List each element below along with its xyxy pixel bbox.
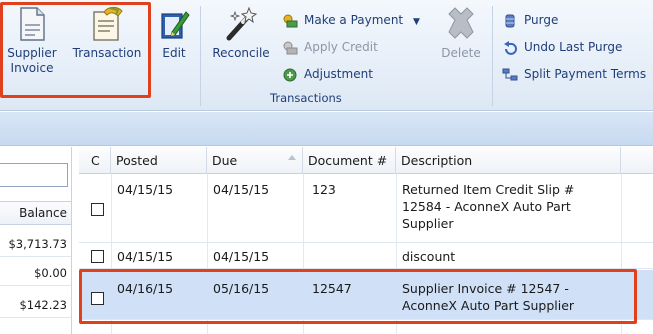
balance-cell: $3,713.73: [0, 231, 71, 257]
highlight-box-row: [79, 269, 637, 324]
left-panel: Balance $3,713.73 $0.00 $142.23: [0, 147, 72, 334]
edit-button[interactable]: Edit: [156, 6, 192, 61]
magic-wand-icon: [226, 6, 258, 41]
edit-label: Edit: [162, 46, 186, 60]
apply-credit-button[interactable]: Apply Credit: [282, 37, 378, 57]
balance-cell: $142.23: [0, 292, 71, 318]
posted-cell: 04/15/15: [117, 182, 174, 197]
reconcile-button[interactable]: Reconcile: [207, 6, 275, 61]
delete-x-icon: [448, 7, 474, 39]
ribbon-separator: [200, 6, 201, 106]
transactions-group-label: Transactions: [270, 91, 342, 105]
make-payment-button[interactable]: Make a Payment ▼: [282, 10, 420, 30]
undo-last-purge-button[interactable]: Undo Last Purge: [502, 37, 622, 57]
description-line: Returned Item Credit Slip #: [402, 182, 575, 197]
balance-column-header[interactable]: Balance: [0, 201, 71, 225]
adjustment-icon: [283, 68, 297, 81]
description-cell: Returned Item Credit Slip # 12584 - Acon…: [402, 181, 574, 232]
delete-button[interactable]: Delete: [436, 6, 486, 61]
ribbon-toolbar: Supplier Invoice Transaction Edit Reconc…: [0, 0, 653, 111]
column-header-document[interactable]: Document #: [303, 147, 396, 174]
split-payment-terms-label: Split Payment Terms: [524, 67, 647, 81]
posted-cell: 04/15/15: [117, 249, 174, 264]
transactions-grid: C Posted Due Document # Description 04/1…: [79, 147, 653, 334]
column-header-due[interactable]: Due: [207, 147, 303, 174]
column-header-posted[interactable]: Posted: [111, 147, 207, 174]
row-checkbox[interactable]: [91, 250, 104, 263]
grid-header-row: C Posted Due Document # Description: [79, 147, 653, 174]
undo-last-purge-label: Undo Last Purge: [524, 40, 623, 54]
adjustment-button[interactable]: Adjustment: [282, 64, 373, 84]
undo-icon: [504, 40, 517, 55]
description-cell: discount: [402, 249, 456, 264]
ribbon-separator: [492, 6, 493, 106]
column-header-description[interactable]: Description: [396, 147, 621, 174]
split-icon: [502, 68, 518, 80]
balance-cell: $0.00: [0, 260, 71, 286]
due-cell: 04/15/15: [213, 182, 270, 197]
apply-credit-label: Apply Credit: [304, 40, 378, 54]
make-payment-label: Make a Payment: [304, 13, 404, 27]
description-line: Supplier: [402, 216, 454, 231]
column-header-due-label: Due: [212, 153, 238, 168]
chevron-down-icon[interactable]: ▼: [413, 17, 420, 27]
document-cell: 123: [312, 182, 336, 197]
reconcile-label: Reconcile: [212, 46, 270, 60]
adjustment-label: Adjustment: [304, 67, 373, 81]
sort-indicator-icon: [288, 155, 296, 160]
row-checkbox[interactable]: [91, 203, 104, 216]
database-icon: [505, 14, 515, 27]
delete-label: Delete: [441, 46, 481, 60]
edit-icon: [161, 11, 190, 39]
highlight-box-ribbon: [0, 2, 151, 98]
purge-button[interactable]: Purge: [502, 10, 558, 30]
search-input[interactable]: [0, 163, 68, 187]
apply-credit-icon: [283, 41, 298, 54]
table-row[interactable]: 04/15/15 04/15/15 discount: [79, 244, 653, 269]
description-line: 12584 - AconneX Auto Part: [402, 199, 571, 214]
column-header-c[interactable]: C: [79, 147, 111, 174]
table-row[interactable]: 04/15/15 04/15/15 123 Returned Item Cred…: [79, 175, 653, 243]
header-band: [0, 112, 653, 146]
split-payment-terms-button[interactable]: Split Payment Terms: [502, 64, 646, 84]
payment-icon: [283, 14, 298, 27]
purge-label: Purge: [524, 13, 559, 27]
due-cell: 04/15/15: [213, 249, 270, 264]
